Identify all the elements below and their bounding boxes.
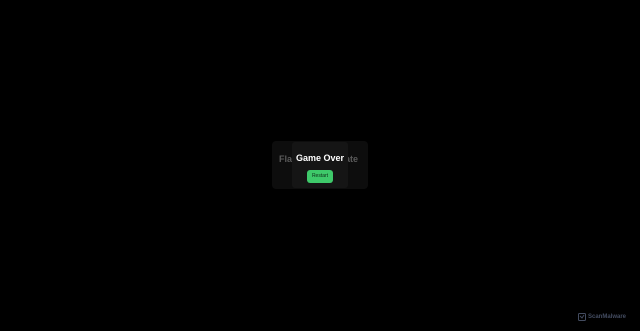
game-over-dialog: Game Over Restart <box>292 142 348 188</box>
game-over-title: Game Over <box>295 153 345 163</box>
watermark-text: ScanMalware <box>588 313 627 320</box>
restart-button[interactable]: Restart <box>307 170 333 183</box>
game-title-left-fragment: Fla <box>279 154 293 164</box>
watermark: ScanMalware <box>578 312 626 321</box>
game-stage: Fla ate Game Over Restart ScanMalware <box>0 0 640 331</box>
scanmalware-logo-icon <box>578 312 586 321</box>
